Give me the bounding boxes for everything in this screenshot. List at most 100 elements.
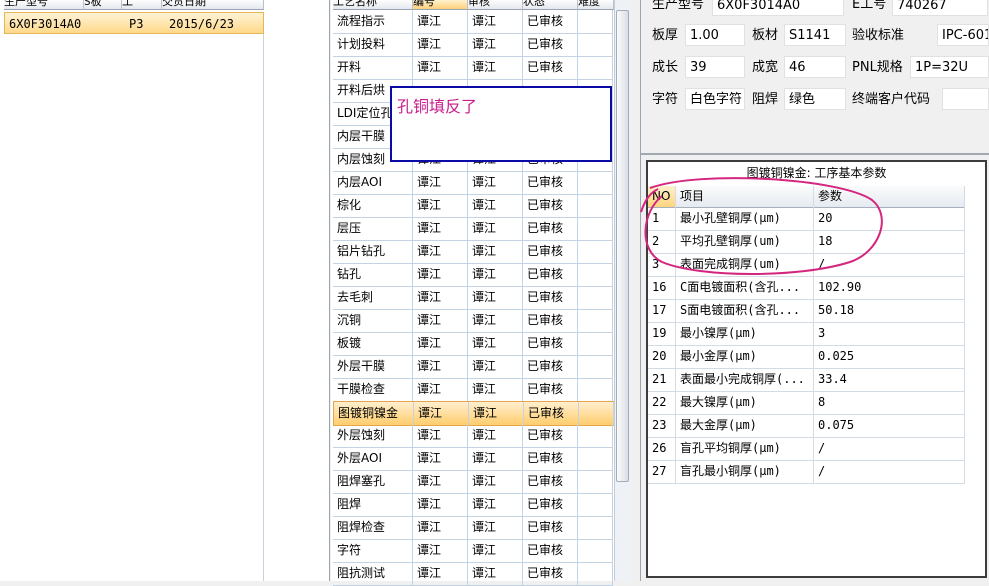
col-header-item[interactable]: 项目 [676,186,814,207]
process-row[interactable]: 铝片钻孔 谭江 谭江 已审核 [333,240,613,264]
process-difficulty [578,470,613,493]
process-row[interactable]: 流程指示 谭江 谭江 已审核 [333,10,613,34]
pnl-label: PNL规格 [852,60,903,75]
process-row[interactable]: 阻焊 谭江 谭江 已审核 [333,493,613,517]
parameter-row[interactable]: 16 C面电镀面积(含孔... 102.90 [648,276,965,300]
process-status: 已审核 [523,217,578,240]
process-status: 已审核 [523,355,578,378]
process-row[interactable]: 去毛刺 谭江 谭江 已审核 [333,286,613,310]
process-code: 谭江 [413,332,468,355]
process-status: 已审核 [524,402,579,425]
process-difficulty [578,217,613,240]
parameter-item: 平均孔壁铜厚(um) [676,230,814,253]
parameter-row[interactable]: 17 S面电镀面积(含孔... 50.18 [648,299,965,323]
process-name: 阻焊塞孔 [333,470,413,493]
process-row[interactable]: 外层干膜 谭江 谭江 已审核 [333,355,613,379]
order-date: 2015/6/23 [169,17,235,31]
process-row[interactable]: 计划投料 谭江 谭江 已审核 [333,33,613,57]
process-difficulty [578,194,613,217]
process-status: 已审核 [523,263,578,286]
process-code: 谭江 [413,355,468,378]
parameter-row[interactable]: 2 平均孔壁铜厚(um) 18 [648,230,965,254]
process-auditor: 谭江 [468,493,523,516]
length-field[interactable]: 39 [685,56,745,78]
parameter-row[interactable]: 23 最大金厚(μm) 0.075 [648,414,965,438]
parameter-row[interactable]: 20 最小金厚(μm) 0.025 [648,345,965,369]
process-name: 铝片钻孔 [333,240,413,263]
col-header-proc[interactable]: 工 [122,0,162,10]
material-field[interactable]: S1141 [784,24,846,46]
process-status: 已审核 [523,33,578,56]
process-status: 已审核 [523,493,578,516]
process-row[interactable]: 外层AOI 谭江 谭江 已审核 [333,447,613,471]
process-status: 已审核 [523,240,578,263]
process-code: 谭江 [413,240,468,263]
parameter-grid-header: NO 项目 参数 [648,186,965,208]
process-name: 板镀 [333,332,413,355]
parameter-row[interactable]: 19 最小镍厚(μm) 3 [648,322,965,346]
eng-no-field[interactable]: 740267 [892,0,988,16]
char-field[interactable]: 白色字符 [685,88,745,110]
standard-field[interactable]: IPC-6012 I [937,24,989,46]
process-row[interactable]: 沉铜 谭江 谭江 已审核 [333,309,613,333]
parameter-row[interactable]: 21 表面最小完成铜厚(... 33.4 [648,368,965,392]
width-field[interactable]: 46 [784,56,846,78]
parameter-item: 最小金厚(μm) [676,345,814,368]
col-header-no[interactable]: NO [648,186,676,207]
process-difficulty [578,378,613,401]
process-row[interactable]: 阻抗测试 谭江 谭江 已审核 [333,562,613,586]
parameter-no: 19 [648,322,676,345]
col-header-status[interactable]: 状态 [523,0,578,10]
col-header-process[interactable]: 工艺名称 [333,0,413,10]
col-header-model[interactable]: 生产型号 [4,0,84,10]
process-difficulty [579,402,614,425]
process-difficulty [578,263,613,286]
parameter-value: / [814,253,965,276]
panel-divider [641,153,989,155]
parameter-value: 102.90 [814,276,965,299]
col-header-param[interactable]: 参数 [814,186,965,207]
order-row-selected[interactable]: 6X0F3014A0 P3 2015/6/23 [4,12,264,34]
parameter-row[interactable]: 27 盲孔最小铜厚(μm) / [648,460,965,484]
thickness-field[interactable]: 1.00 [685,24,745,46]
order-model: 6X0F3014A0 [9,17,82,31]
process-row[interactable]: 外层蚀刻 谭江 谭江 已审核 [333,424,613,448]
process-row[interactable]: 棕化 谭江 谭江 已审核 [333,194,613,218]
parameter-value: 20 [814,207,965,230]
col-header-date[interactable]: 交货日期 [162,0,264,10]
order-list-empty-area [4,34,264,581]
process-row[interactable]: 干膜检查 谭江 谭江 已审核 [333,378,613,402]
process-status: 已审核 [523,56,578,79]
process-status: 已审核 [523,424,578,447]
mask-field[interactable]: 绿色 [784,88,846,110]
process-row[interactable]: 板镀 谭江 谭江 已审核 [333,332,613,356]
process-difficulty [578,355,613,378]
process-auditor: 谭江 [468,171,523,194]
parameter-row[interactable]: 3 表面完成铜厚(um) / [648,253,965,277]
model-field[interactable]: 6X0F3014A0 [712,0,844,16]
col-header-difficulty[interactable]: 难度 [578,0,614,10]
col-header-code[interactable]: 编号 [413,0,468,10]
process-row[interactable]: 阻焊塞孔 谭江 谭江 已审核 [333,470,613,494]
parameter-row[interactable]: 22 最大镍厚(μm) 8 [648,391,965,415]
customer-field[interactable] [942,88,989,110]
process-difficulty [578,240,613,263]
process-row[interactable]: 开料 谭江 谭江 已审核 [333,56,613,80]
process-row[interactable]: 钻孔 谭江 谭江 已审核 [333,263,613,287]
process-code: 谭江 [413,171,468,194]
col-header-s[interactable]: S板 [84,0,122,10]
process-row[interactable]: 层压 谭江 谭江 已审核 [333,217,613,241]
process-grid-scroll-thumb[interactable] [616,10,629,482]
process-row[interactable]: 阻焊检查 谭江 谭江 已审核 [333,516,613,540]
process-code: 谭江 [413,447,468,470]
parameter-row[interactable]: 1 最小孔壁铜厚(μm) 20 [648,207,965,231]
process-difficulty [578,33,613,56]
col-header-audit[interactable]: 审核 [468,0,523,10]
parameter-row[interactable]: 26 盲孔平均铜厚(μm) / [648,437,965,461]
annotation-note-box: 孔铜填反了 [390,86,612,162]
process-row[interactable]: 字符 谭江 谭江 已审核 [333,539,613,563]
process-row[interactable]: 内层AOI 谭江 谭江 已审核 [333,171,613,195]
process-row[interactable]: 图镀铜镍金 谭江 谭江 已审核 [333,401,615,426]
process-auditor: 谭江 [468,33,523,56]
pnl-field[interactable]: 1P=32U [910,56,989,78]
